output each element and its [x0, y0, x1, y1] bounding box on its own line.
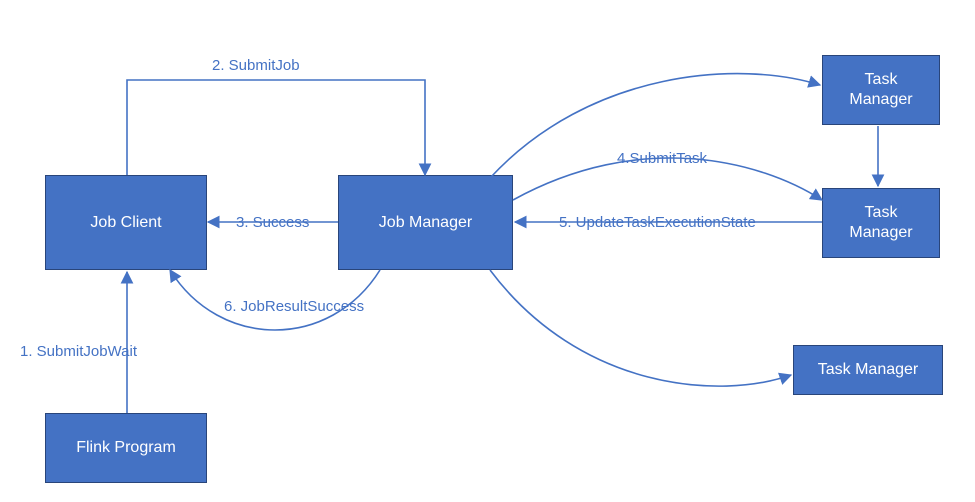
edge-label-5: 5. UpdateTaskExecutionState — [559, 214, 756, 231]
node-task-manager-1: Task Manager — [822, 55, 940, 125]
edge-label-4: 4.SubmitTask — [617, 150, 707, 167]
edge-label-3: 3. Success — [236, 214, 309, 231]
node-task-manager-3: Task Manager — [793, 345, 943, 395]
node-label: Task Manager — [849, 203, 912, 243]
node-job-client: Job Client — [45, 175, 207, 270]
edge-jm-tm3 — [490, 270, 791, 386]
node-label: Task Manager — [818, 360, 919, 380]
node-task-manager-2: Task Manager — [822, 188, 940, 258]
node-flink-program: Flink Program — [45, 413, 207, 483]
node-label: Flink Program — [76, 438, 176, 458]
node-job-manager: Job Manager — [338, 175, 513, 270]
edge-label-1: 1. SubmitJobWait — [20, 343, 137, 360]
node-label: Job Client — [90, 213, 161, 233]
edge-label-6: 6. JobResultSuccess — [224, 298, 364, 315]
node-label: Task Manager — [849, 70, 912, 110]
node-label: Job Manager — [379, 213, 472, 233]
edge-2 — [127, 80, 425, 175]
edge-label-2: 2. SubmitJob — [212, 57, 300, 74]
